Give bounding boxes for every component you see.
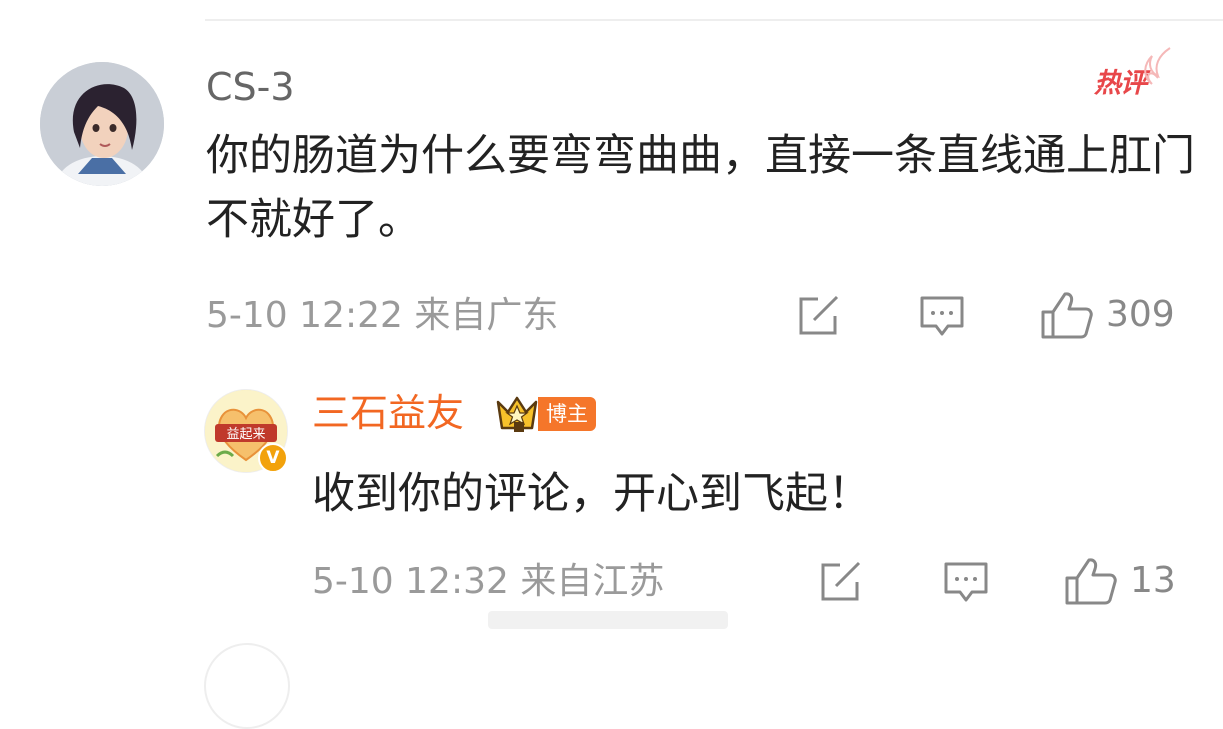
comment-icon — [944, 562, 988, 602]
hot-comment-badge: 热评 — [1094, 68, 1147, 99]
verified-badge: V — [258, 443, 288, 473]
flame-icon — [1144, 47, 1171, 85]
reply-text: 收到你的评论，开心到飞起！ — [312, 469, 871, 519]
share-icon — [821, 561, 861, 601]
top-divider — [205, 19, 1223, 21]
share-button[interactable] — [796, 294, 842, 338]
reply-comment-button[interactable] — [942, 560, 990, 604]
user-avatar[interactable] — [40, 62, 164, 186]
like-icon — [1065, 558, 1117, 605]
comment-icon — [920, 296, 964, 336]
reply-like-button[interactable]: 13 — [1064, 556, 1176, 606]
comment-username[interactable]: CS-3 — [206, 64, 295, 110]
share-icon — [799, 295, 839, 335]
crown-icon — [496, 396, 538, 432]
blogger-badge: 博主 — [538, 397, 596, 431]
like-button[interactable]: 309 — [1040, 290, 1175, 340]
next-comment-avatar[interactable] — [204, 643, 290, 729]
like-count: 309 — [1106, 294, 1175, 335]
comment-text: 你的肠道为什么要弯弯曲曲，直接一条直线通上肛门不就好了。 — [206, 131, 1195, 245]
comment-button[interactable] — [918, 294, 966, 338]
comment-meta: 5-10 12:22 来自广东 — [206, 295, 559, 336]
reply-username[interactable]: 三石益友 — [312, 389, 464, 437]
reply-share-button[interactable] — [818, 560, 864, 604]
reply-like-count: 13 — [1130, 560, 1176, 601]
watermark — [488, 611, 728, 629]
avatar-text: 益起来 — [226, 427, 265, 442]
reply-meta: 5-10 12:32 来自江苏 — [312, 561, 665, 602]
like-icon — [1041, 292, 1093, 339]
